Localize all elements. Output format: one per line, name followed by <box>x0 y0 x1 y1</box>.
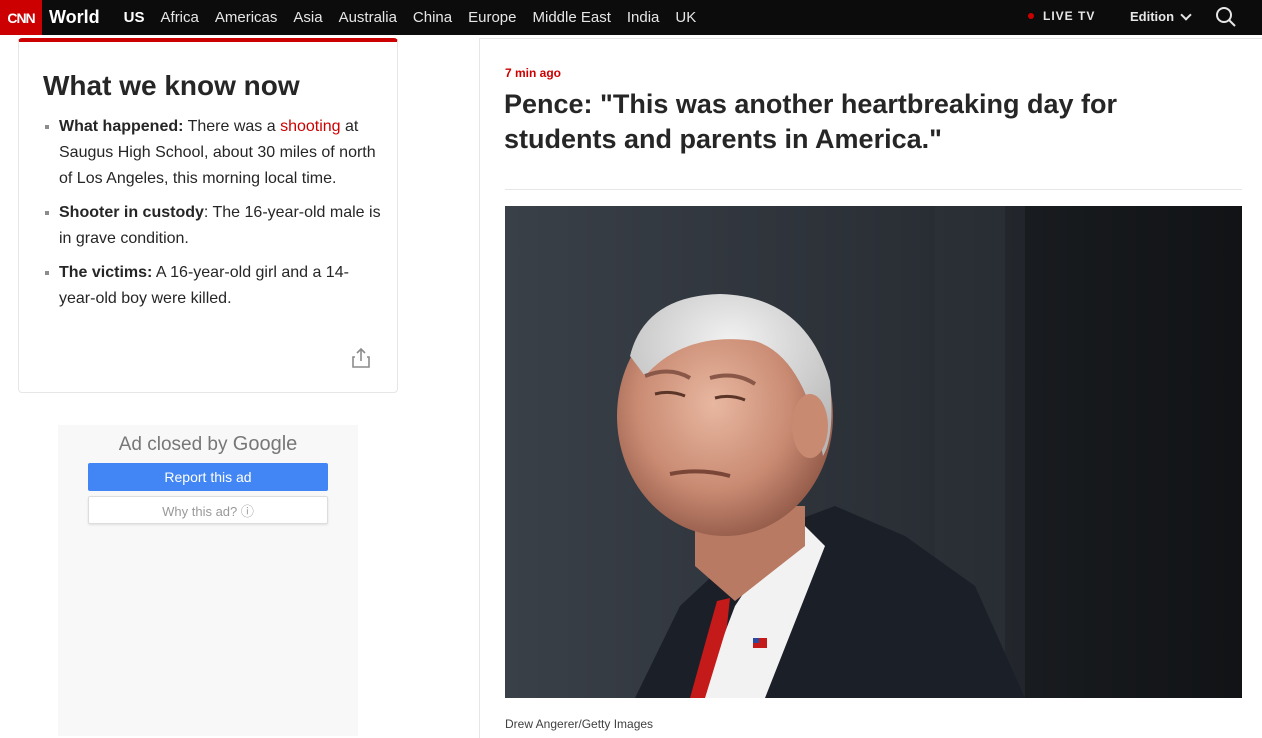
nav-item-uk[interactable]: UK <box>675 9 696 26</box>
nav-item-australia[interactable]: Australia <box>339 9 397 26</box>
what-we-know-card: What we know now What happened: There wa… <box>18 38 398 393</box>
live-tv-label: LIVE TV <box>1043 9 1096 23</box>
report-ad-button[interactable]: Report this ad <box>88 463 328 491</box>
ad-closed-text: Ad closed by Google <box>58 433 358 456</box>
section-title[interactable]: World <box>49 7 100 28</box>
ad-closed-prefix: Ad closed by <box>118 434 233 455</box>
nav-item-india[interactable]: India <box>627 9 660 26</box>
photo-caption: Drew Angerer/Getty Images <box>505 717 654 731</box>
photo-illustration <box>505 206 1242 698</box>
item-label: The victims: <box>59 264 153 281</box>
shooting-link[interactable]: shooting <box>280 118 341 135</box>
know-list: What happened: There was a shooting at S… <box>43 114 383 320</box>
list-item: What happened: There was a shooting at S… <box>43 114 383 192</box>
nav-item-middle-east[interactable]: Middle East <box>533 9 611 26</box>
live-tv-link[interactable]: LIVE TV <box>1028 9 1095 23</box>
nav-item-china[interactable]: China <box>413 9 452 26</box>
item-label: Shooter in custody <box>59 204 204 221</box>
divider <box>505 189 1242 190</box>
live-post: 7 min ago Pence: "This was another heart… <box>479 38 1262 738</box>
google-brand: Google <box>232 433 298 455</box>
live-dot-icon <box>1028 13 1034 19</box>
top-nav: CNN World US Africa Americas Asia Austra… <box>0 0 1262 35</box>
edition-dropdown[interactable]: Edition <box>1130 8 1192 24</box>
chevron-down-icon <box>1180 8 1192 21</box>
card-title: What we know now <box>43 70 300 101</box>
list-item: Shooter in custody: The 16-year-old male… <box>43 200 383 252</box>
why-this-ad-button[interactable]: Why this ad? ⓘ <box>88 496 328 524</box>
nav-item-africa[interactable]: Africa <box>161 9 199 26</box>
ad-slot: Ad closed by Google Report this ad Why t… <box>58 425 358 736</box>
nav-item-asia[interactable]: Asia <box>293 9 322 26</box>
share-icon[interactable] <box>351 347 371 369</box>
post-photo[interactable] <box>505 206 1242 698</box>
search-icon[interactable] <box>1215 6 1237 28</box>
cnn-logo[interactable]: CNN <box>0 0 42 35</box>
edition-label: Edition <box>1130 9 1175 24</box>
post-timestamp: 7 min ago <box>505 66 562 80</box>
item-text: There was a <box>183 118 281 135</box>
nav-item-europe[interactable]: Europe <box>468 9 516 26</box>
list-item: The victims: A 16-year-old girl and a 14… <box>43 260 383 312</box>
item-label: What happened: <box>59 118 184 135</box>
nav-item-us[interactable]: US <box>124 9 145 26</box>
post-headline: Pence: "This was another heartbreaking d… <box>504 89 1117 154</box>
nav-item-americas[interactable]: Americas <box>215 9 278 26</box>
